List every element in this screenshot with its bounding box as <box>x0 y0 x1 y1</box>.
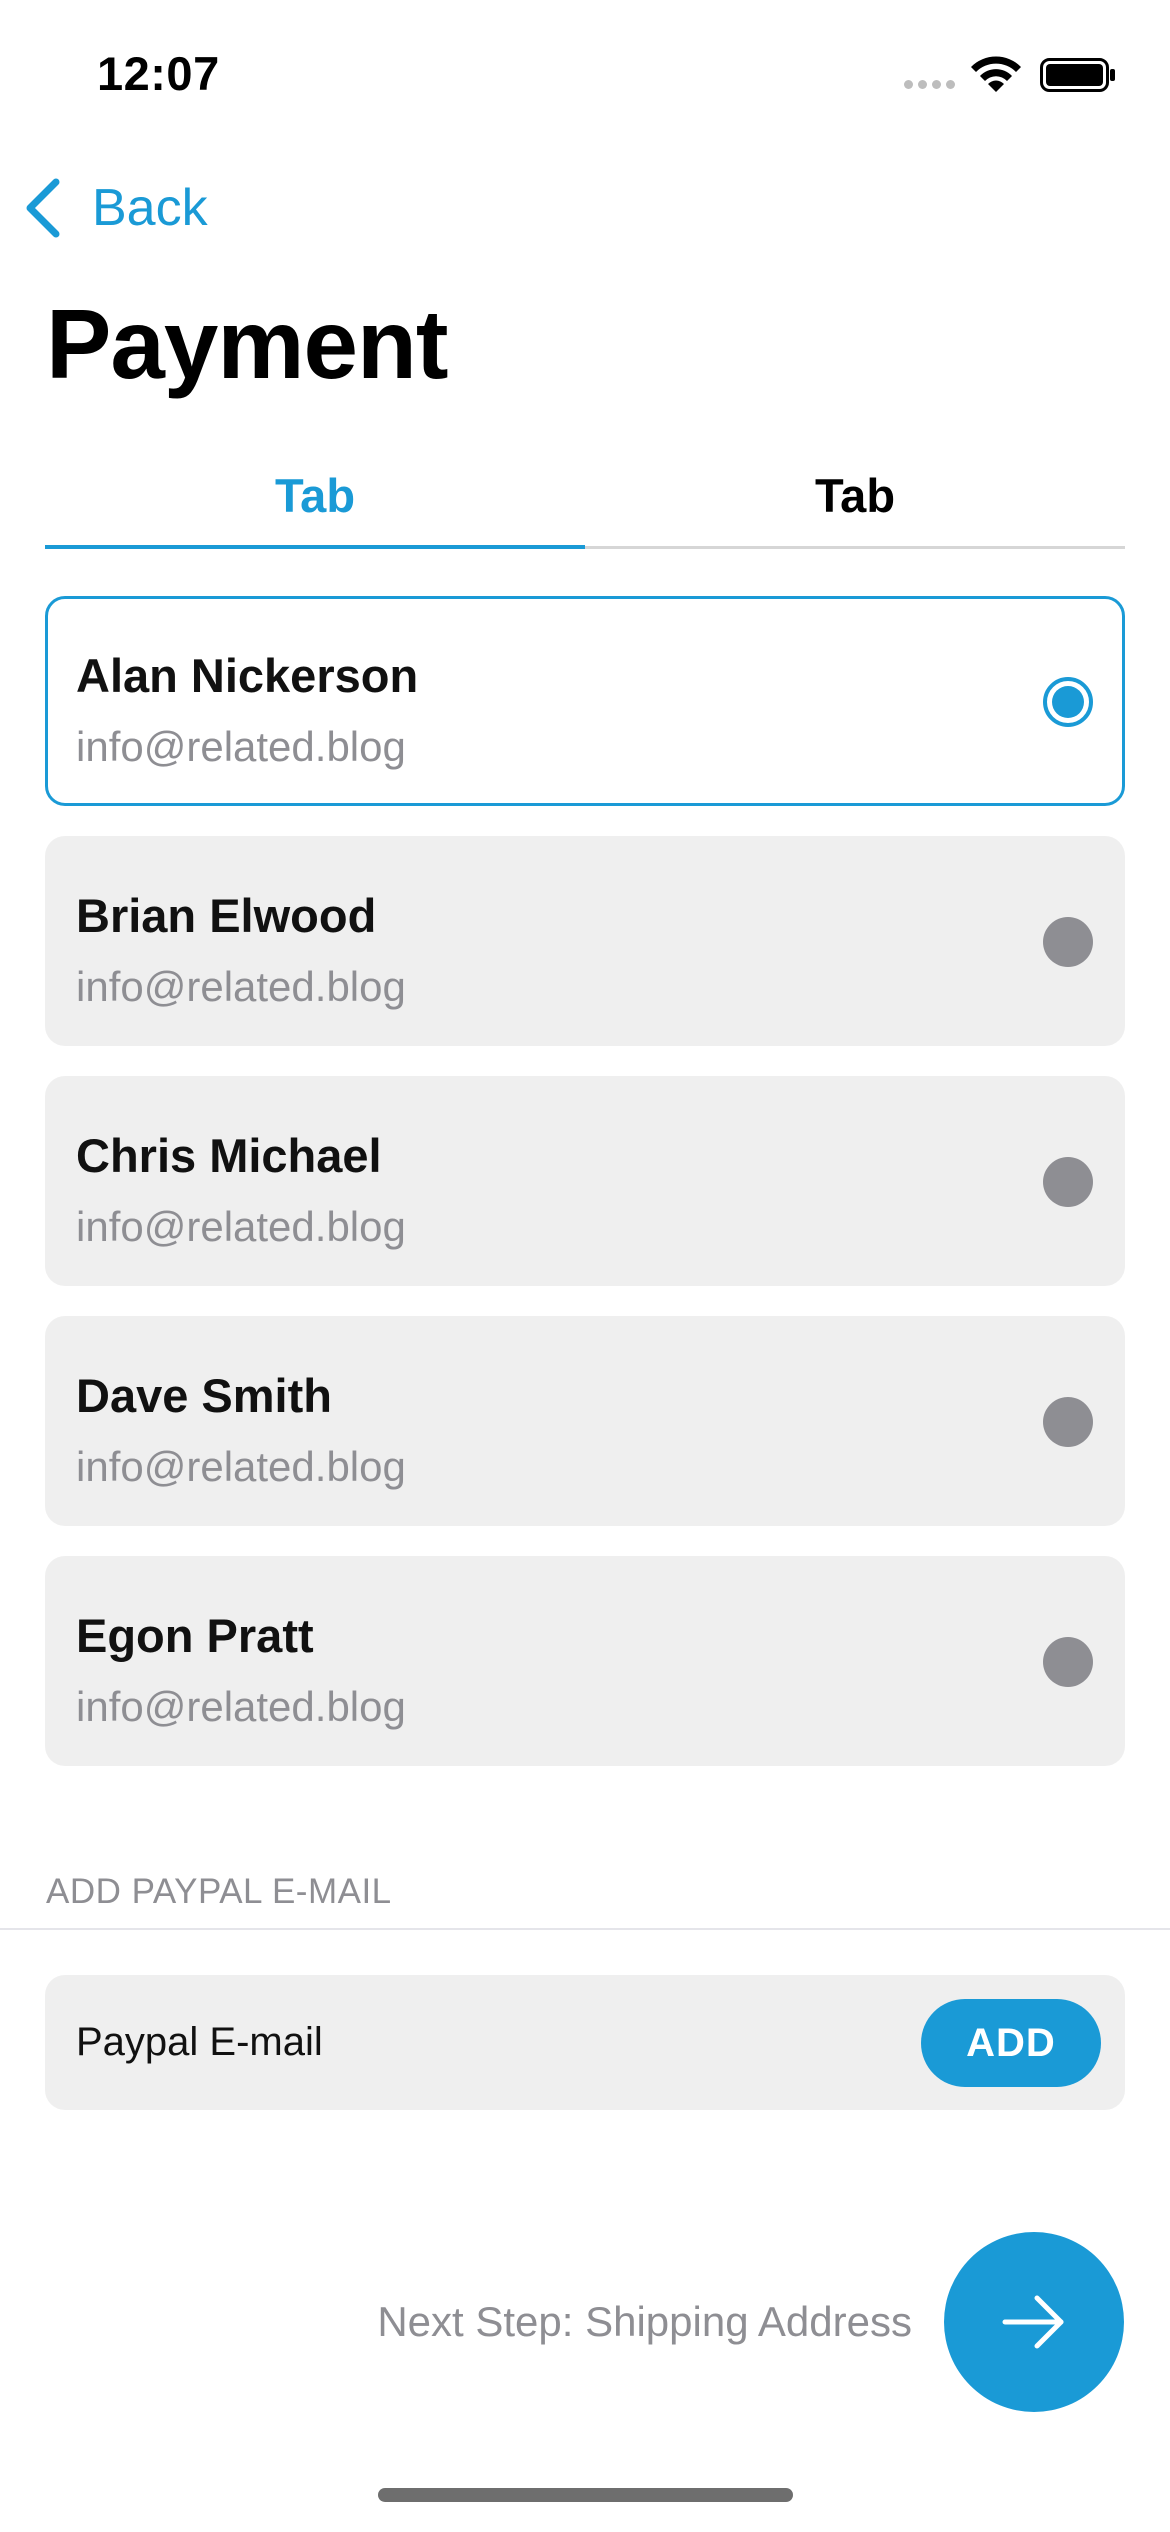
radio-unselected[interactable] <box>1043 1637 1093 1687</box>
chevron-left-icon <box>26 178 60 237</box>
status-time: 12:07 <box>97 47 220 100</box>
section-divider <box>0 1928 1170 1930</box>
battery-icon <box>1040 58 1115 92</box>
next-step-label: Next Step: Shipping Address <box>377 2298 912 2345</box>
signal-icon <box>904 80 958 92</box>
tab-second[interactable]: Tab <box>585 445 1125 546</box>
account-email: info@related.blog <box>76 963 406 1010</box>
account-name: Alan Nickerson <box>76 649 419 702</box>
account-name: Brian Elwood <box>76 889 377 942</box>
account-email: info@related.blog <box>76 1203 406 1250</box>
account-email: info@related.blog <box>76 1683 406 1730</box>
tab-bar: Tab Tab <box>45 445 1125 549</box>
account-card-dave-smith[interactable]: Dave Smith info@related.blog <box>45 1316 1125 1526</box>
paypal-email-input[interactable] <box>76 1975 926 2110</box>
account-card-alan-nickerson[interactable]: Alan Nickerson info@related.blog <box>45 596 1125 806</box>
arrow-right-icon <box>1002 2295 1064 2349</box>
account-email: info@related.blog <box>76 1443 406 1490</box>
account-list: Alan Nickerson info@related.blog Brian E… <box>45 596 1125 1796</box>
payment-screen: 12:07 Back Payment Tab Tab Alan Nickerso… <box>0 0 1170 2532</box>
home-indicator <box>378 2488 793 2502</box>
account-card-egon-pratt[interactable]: Egon Pratt info@related.blog <box>45 1556 1125 1766</box>
account-name: Chris Michael <box>76 1129 382 1182</box>
add-paypal-button[interactable]: ADD <box>921 1999 1101 2087</box>
page-title: Payment <box>46 289 449 399</box>
radio-unselected[interactable] <box>1043 1157 1093 1207</box>
radio-unselected[interactable] <box>1043 1397 1093 1447</box>
radio-unselected[interactable] <box>1043 917 1093 967</box>
back-button[interactable]: Back <box>22 170 208 245</box>
status-bar: 12:07 <box>0 0 1170 150</box>
wifi-icon <box>971 56 1021 92</box>
tab-first[interactable]: Tab <box>45 445 585 549</box>
radio-selected[interactable] <box>1043 677 1093 727</box>
section-header-paypal: ADD PAYPAL E-MAIL <box>46 1872 392 1911</box>
account-card-brian-elwood[interactable]: Brian Elwood info@related.blog <box>45 836 1125 1046</box>
paypal-email-row: ADD <box>45 1975 1125 2110</box>
next-step-button[interactable] <box>944 2232 1124 2412</box>
account-name: Dave Smith <box>76 1369 332 1422</box>
account-name: Egon Pratt <box>76 1609 314 1662</box>
back-label: Back <box>92 178 208 237</box>
account-card-chris-michael[interactable]: Chris Michael info@related.blog <box>45 1076 1125 1286</box>
account-email: info@related.blog <box>76 723 406 770</box>
